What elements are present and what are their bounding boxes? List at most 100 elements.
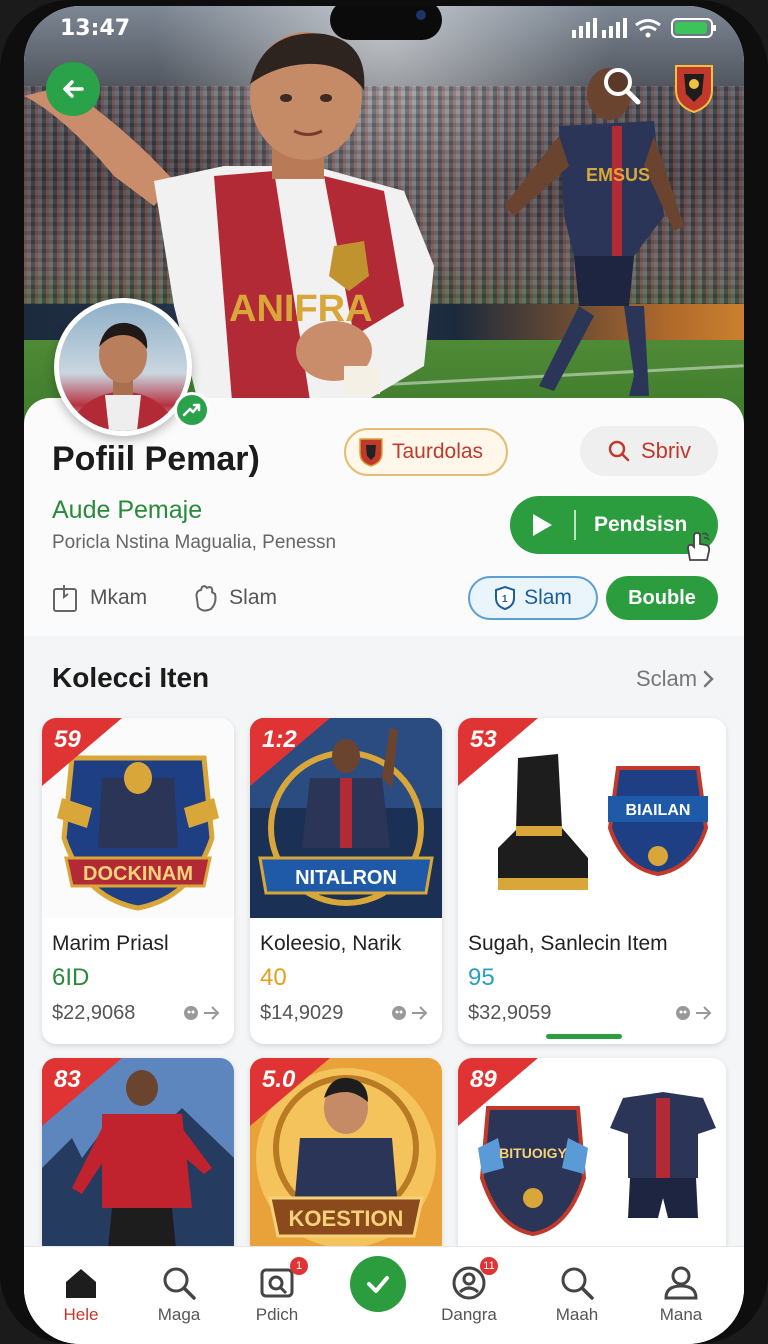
search-icon xyxy=(608,440,630,462)
svg-text:KOESTION: KOESTION xyxy=(289,1206,404,1231)
section-title: Kolecci Iten xyxy=(52,662,210,693)
collection-card[interactable]: NITALRON 1:2 Koleesio, Narik 40 $14,9029 xyxy=(250,718,442,1044)
card-price: $14,9029 xyxy=(260,1002,344,1024)
card-score: 40 xyxy=(260,964,287,991)
collection-card[interactable]: BIAILAN 53 Sugah, Sanlecin Item 95 $32,9… xyxy=(458,718,726,1044)
player-description: Poricla Nstina Magualia, Penessn xyxy=(52,532,337,553)
back-button[interactable] xyxy=(46,62,100,116)
avatar-image xyxy=(69,322,177,431)
battery-icon xyxy=(671,18,716,38)
trend-up-icon xyxy=(182,403,201,417)
home-icon xyxy=(66,1269,96,1298)
nav-badge: 1 xyxy=(290,1257,308,1275)
nav-item-mana[interactable]: Mana xyxy=(636,1261,726,1325)
play-button-label: Pendsisn xyxy=(594,513,688,536)
card-name: Koleesio, Narik xyxy=(260,932,402,955)
nav-item-maah[interactable]: Maah xyxy=(532,1261,622,1325)
nav-label: Pdich xyxy=(255,1305,299,1324)
svg-text:DOCKINAM: DOCKINAM xyxy=(83,863,193,885)
phone-frame: ANIFRA EMSUS 13:47 Pofiil Pemar) Taurdol… xyxy=(0,0,768,1344)
svg-text:EMSUS: EMSUS xyxy=(586,165,650,185)
nav-label: Maah xyxy=(555,1305,599,1324)
nav-label: Mana xyxy=(659,1305,703,1324)
svg-text:NITALRON: NITALRON xyxy=(295,867,397,889)
player-subname: Aude Pemaje xyxy=(52,496,203,524)
meta-item-slam[interactable]: Slam xyxy=(191,583,277,613)
nav-item-dangra[interactable]: 11 Dangra xyxy=(424,1257,514,1325)
ribbon-value: 59 xyxy=(54,726,81,753)
status-time: 13:47 xyxy=(60,16,131,41)
card-name: Sugah, Sanlecin Item xyxy=(468,932,668,955)
search-button-label: Sbriv xyxy=(640,438,692,463)
card-score: 95 xyxy=(468,964,495,991)
app-screen: ANIFRA EMSUS 13:47 Pofiil Pemar) Taurdol… xyxy=(24,6,744,1344)
see-all-link[interactable]: Sclam xyxy=(636,666,715,692)
bouble-button[interactable]: Bouble xyxy=(606,576,718,620)
carousel-indicator xyxy=(546,1034,622,1039)
meta-item-label: Slam xyxy=(229,586,278,609)
slam-chip-label: Slam xyxy=(524,586,572,609)
team-chip-label: Taurdolas xyxy=(392,440,484,463)
nav-label: Dangra xyxy=(441,1305,497,1324)
collection-card[interactable]: KOESTION 5.0 xyxy=(250,1058,442,1258)
card-price: $22,9068 xyxy=(52,1002,136,1024)
nav-label: Maga xyxy=(157,1305,201,1324)
search-button[interactable]: Sbriv xyxy=(580,426,718,476)
nav-label: Hele xyxy=(63,1305,99,1324)
slam-chip[interactable]: 1 Slam xyxy=(468,576,598,620)
nav-badge: 11 xyxy=(480,1257,498,1275)
signal-icon xyxy=(572,18,627,38)
collection-card[interactable]: 83 xyxy=(42,1058,234,1258)
hero-player-two-image: EMSUS xyxy=(504,68,684,396)
search-icon xyxy=(163,1267,196,1300)
search-icon xyxy=(561,1267,594,1300)
page-title: Pofiil Pemar) xyxy=(52,440,260,478)
see-all-label: Sclam xyxy=(636,666,698,691)
hand-icon xyxy=(195,585,217,612)
ribbon-value: 53 xyxy=(470,726,497,753)
status-bar: 13:47 xyxy=(24,6,744,50)
svg-text:BIAILAN: BIAILAN xyxy=(626,802,691,819)
collection-card[interactable]: DOCKINAM 59 Marim Priasl 6ID $22,9068 xyxy=(42,718,234,1044)
center-action-button[interactable] xyxy=(350,1256,406,1312)
camera-notch xyxy=(330,6,442,40)
svg-text:ANIFRA: ANIFRA xyxy=(229,288,373,330)
hand-pointer-icon xyxy=(687,532,711,561)
card-forward-icon[interactable] xyxy=(390,1004,432,1022)
ribbon-value: 1:2 xyxy=(262,726,297,753)
play-button-divider xyxy=(574,510,576,540)
nav-item-home[interactable]: Hele xyxy=(36,1261,126,1325)
card-score: 6ID xyxy=(52,964,90,991)
meta-item-mkam[interactable]: Mkam xyxy=(52,583,147,613)
card-name: Marim Priasl xyxy=(52,932,169,955)
arrow-left-icon xyxy=(63,80,84,98)
svg-text:BITUOIGY: BITUOIGY xyxy=(499,1145,567,1161)
collection-card[interactable]: BITUOIGY 89 xyxy=(458,1058,726,1258)
meta-row: Mkam Slam xyxy=(52,578,277,618)
check-icon xyxy=(367,1276,389,1293)
club-crest-icon[interactable] xyxy=(672,62,716,114)
shield-icon: 1 xyxy=(495,585,516,611)
user-icon xyxy=(664,1266,698,1300)
status-icons xyxy=(572,18,716,38)
card-price: $32,9059 xyxy=(468,1002,552,1024)
nav-item-maga[interactable]: Maga xyxy=(134,1261,224,1325)
square-tag-icon xyxy=(53,585,77,612)
avatar[interactable] xyxy=(54,298,192,436)
card-forward-icon[interactable] xyxy=(674,1004,716,1022)
front-camera xyxy=(416,10,426,20)
chevron-right-icon xyxy=(703,670,714,688)
play-icon xyxy=(510,512,574,538)
ribbon-value: 89 xyxy=(470,1066,497,1093)
svg-text:1: 1 xyxy=(502,594,508,605)
meta-item-label: Mkam xyxy=(90,586,148,609)
club-crest-icon xyxy=(359,438,383,467)
nav-item-pdich[interactable]: 1 Pdich xyxy=(232,1257,322,1325)
ribbon-value: 83 xyxy=(54,1066,81,1093)
card-forward-icon[interactable] xyxy=(182,1004,224,1022)
search-icon[interactable] xyxy=(600,64,644,108)
wifi-icon xyxy=(635,19,661,32)
team-chip[interactable]: Taurdolas xyxy=(344,428,508,476)
verified-badge xyxy=(174,392,210,428)
ribbon-value: 5.0 xyxy=(262,1066,296,1093)
